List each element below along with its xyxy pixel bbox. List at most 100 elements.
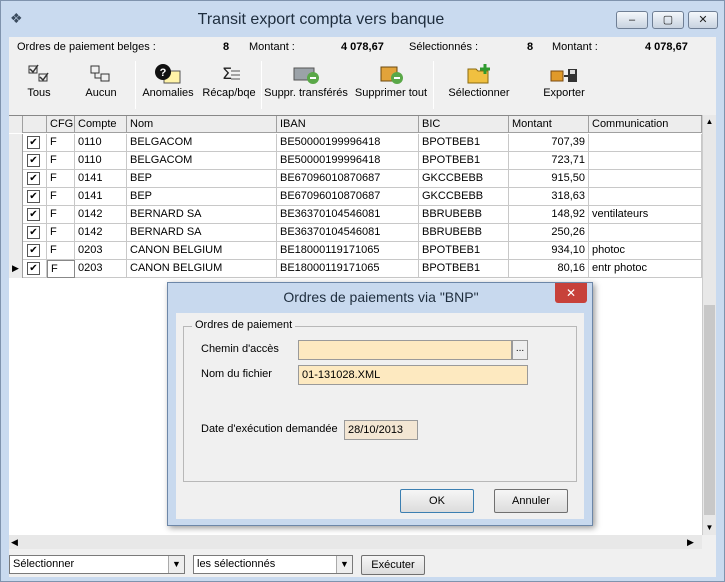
col-header-bic[interactable]: BIC: [419, 116, 509, 133]
row-indicator[interactable]: [9, 134, 23, 152]
row-checkbox[interactable]: ✔: [27, 136, 40, 149]
cell-iban[interactable]: BE67096010870687: [277, 170, 419, 188]
cell-nom[interactable]: CANON BELGIUM: [127, 260, 277, 278]
maximize-button[interactable]: ▢: [652, 11, 684, 29]
row-indicator[interactable]: [9, 152, 23, 170]
cell-compte[interactable]: 0142: [75, 224, 127, 242]
cell-bic[interactable]: BPOTBEB1: [419, 152, 509, 170]
cell-bic[interactable]: BPOTBEB1: [419, 242, 509, 260]
col-header-cfg[interactable]: CFG: [47, 116, 75, 133]
tous-button[interactable]: Tous: [15, 63, 63, 99]
cell-comm[interactable]: entr photoc: [589, 260, 702, 278]
cell-compte[interactable]: 0141: [75, 188, 127, 206]
vertical-scrollbar[interactable]: ▲ ▼: [702, 115, 716, 535]
scroll-thumb[interactable]: [704, 305, 715, 515]
aucun-button[interactable]: Aucun: [79, 63, 123, 99]
cell-iban[interactable]: BE18000119171065: [277, 260, 419, 278]
row-indicator[interactable]: [9, 242, 23, 260]
row-checkbox[interactable]: ✔: [27, 190, 40, 203]
col-header-iban[interactable]: IBAN: [277, 116, 419, 133]
execute-button[interactable]: Exécuter: [361, 555, 425, 575]
exporter-button[interactable]: Exporter: [535, 63, 593, 99]
chevron-down-icon[interactable]: ▼: [168, 556, 184, 573]
row-checkbox[interactable]: ✔: [27, 226, 40, 239]
chemin-input[interactable]: [298, 340, 512, 360]
dialog-close-button[interactable]: ✕: [555, 283, 587, 303]
cell-montant[interactable]: 250,26: [509, 224, 589, 242]
table-row[interactable]: ✔ F 0110 BELGACOM BE50000199996418 BPOTBEB1 72…: [9, 152, 702, 170]
cell-comm[interactable]: ventilateurs: [589, 206, 702, 224]
col-header-compte[interactable]: Compte: [75, 116, 127, 133]
row-indicator[interactable]: [9, 224, 23, 242]
col-header-nom[interactable]: Nom: [127, 116, 277, 133]
chevron-down-icon[interactable]: ▼: [336, 556, 352, 573]
cell-comm[interactable]: [589, 170, 702, 188]
scroll-left-icon[interactable]: ◀: [11, 535, 18, 549]
date-input[interactable]: 28/10/2013: [344, 420, 418, 440]
cell-iban[interactable]: BE67096010870687: [277, 188, 419, 206]
cell-cfg[interactable]: F: [47, 242, 75, 260]
table-row[interactable]: ✔ F 0142 BERNARD SA BE36370104546081 BBRUBEBB…: [9, 224, 702, 242]
cell-comm[interactable]: [589, 188, 702, 206]
close-button[interactable]: ✕: [688, 11, 718, 29]
row-indicator[interactable]: [9, 206, 23, 224]
table-row[interactable]: ✔ F 0203 CANON BELGIUM BE18000119171065 BPOTB…: [9, 242, 702, 260]
cell-nom[interactable]: BEP: [127, 188, 277, 206]
cell-cfg[interactable]: F: [47, 260, 75, 278]
scope-combo[interactable]: les sélectionnés ▼: [193, 555, 353, 574]
cell-iban[interactable]: BE18000119171065: [277, 242, 419, 260]
cell-montant[interactable]: 723,71: [509, 152, 589, 170]
cell-iban[interactable]: BE36370104546081: [277, 224, 419, 242]
cell-montant[interactable]: 915,50: [509, 170, 589, 188]
scroll-down-icon[interactable]: ▼: [703, 521, 716, 535]
col-header-montant[interactable]: Montant: [509, 116, 589, 133]
table-row[interactable]: ▶ ✔ F 0203 CANON BELGIUM BE18000119171065 BPOT…: [9, 260, 702, 278]
selectionner-button[interactable]: Sélectionner: [445, 63, 513, 99]
col-header-communication[interactable]: Communication: [589, 116, 702, 133]
cell-bic[interactable]: GKCCBEBB: [419, 188, 509, 206]
row-indicator[interactable]: [9, 188, 23, 206]
minimize-button[interactable]: –: [616, 11, 648, 29]
table-row[interactable]: ✔ F 0110 BELGACOM BE50000199996418 BPOTBEB1 70…: [9, 134, 702, 152]
cell-compte[interactable]: 0203: [75, 260, 127, 278]
cell-montant[interactable]: 707,39: [509, 134, 589, 152]
cell-cfg[interactable]: F: [47, 188, 75, 206]
row-checkbox[interactable]: ✔: [27, 208, 40, 221]
cell-montant[interactable]: 148,92: [509, 206, 589, 224]
suppr-transferes-button[interactable]: Suppr. transférés: [263, 63, 349, 99]
cell-cfg[interactable]: F: [47, 134, 75, 152]
cell-iban[interactable]: BE36370104546081: [277, 206, 419, 224]
cell-compte[interactable]: 0141: [75, 170, 127, 188]
recap-button[interactable]: Σ Récap/bqe: [199, 63, 259, 99]
cell-comm[interactable]: [589, 134, 702, 152]
ok-button[interactable]: OK: [400, 489, 474, 513]
cell-bic[interactable]: BPOTBEB1: [419, 134, 509, 152]
table-row[interactable]: ✔ F 0142 BERNARD SA BE36370104546081 BBRUBEBB…: [9, 206, 702, 224]
cell-nom[interactable]: CANON BELGIUM: [127, 242, 277, 260]
cell-bic[interactable]: BBRUBEBB: [419, 224, 509, 242]
cell-bic[interactable]: BBRUBEBB: [419, 206, 509, 224]
row-indicator[interactable]: [9, 170, 23, 188]
cell-nom[interactable]: BELGACOM: [127, 134, 277, 152]
cell-montant[interactable]: 934,10: [509, 242, 589, 260]
cell-cfg[interactable]: F: [47, 206, 75, 224]
horizontal-scrollbar[interactable]: ◀ ▶: [9, 535, 702, 549]
cell-cfg[interactable]: F: [47, 152, 75, 170]
cell-cfg[interactable]: F: [47, 224, 75, 242]
browse-button[interactable]: ...: [512, 340, 528, 360]
cell-nom[interactable]: BERNARD SA: [127, 224, 277, 242]
cell-montant[interactable]: 80,16: [509, 260, 589, 278]
table-row[interactable]: ✔ F 0141 BEP BE67096010870687 GKCCBEBB 318,63: [9, 188, 702, 206]
row-checkbox[interactable]: ✔: [27, 244, 40, 257]
row-checkbox[interactable]: ✔: [27, 154, 40, 167]
cell-compte[interactable]: 0110: [75, 152, 127, 170]
cell-bic[interactable]: BPOTBEB1: [419, 260, 509, 278]
cell-iban[interactable]: BE50000199996418: [277, 134, 419, 152]
anomalies-button[interactable]: ? Anomalies: [141, 63, 195, 99]
cell-compte[interactable]: 0110: [75, 134, 127, 152]
cell-comm[interactable]: [589, 224, 702, 242]
cell-iban[interactable]: BE50000199996418: [277, 152, 419, 170]
supprimer-tout-button[interactable]: Supprimer tout: [353, 63, 429, 99]
fichier-input[interactable]: 01-131028.XML: [298, 365, 528, 385]
cell-compte[interactable]: 0142: [75, 206, 127, 224]
